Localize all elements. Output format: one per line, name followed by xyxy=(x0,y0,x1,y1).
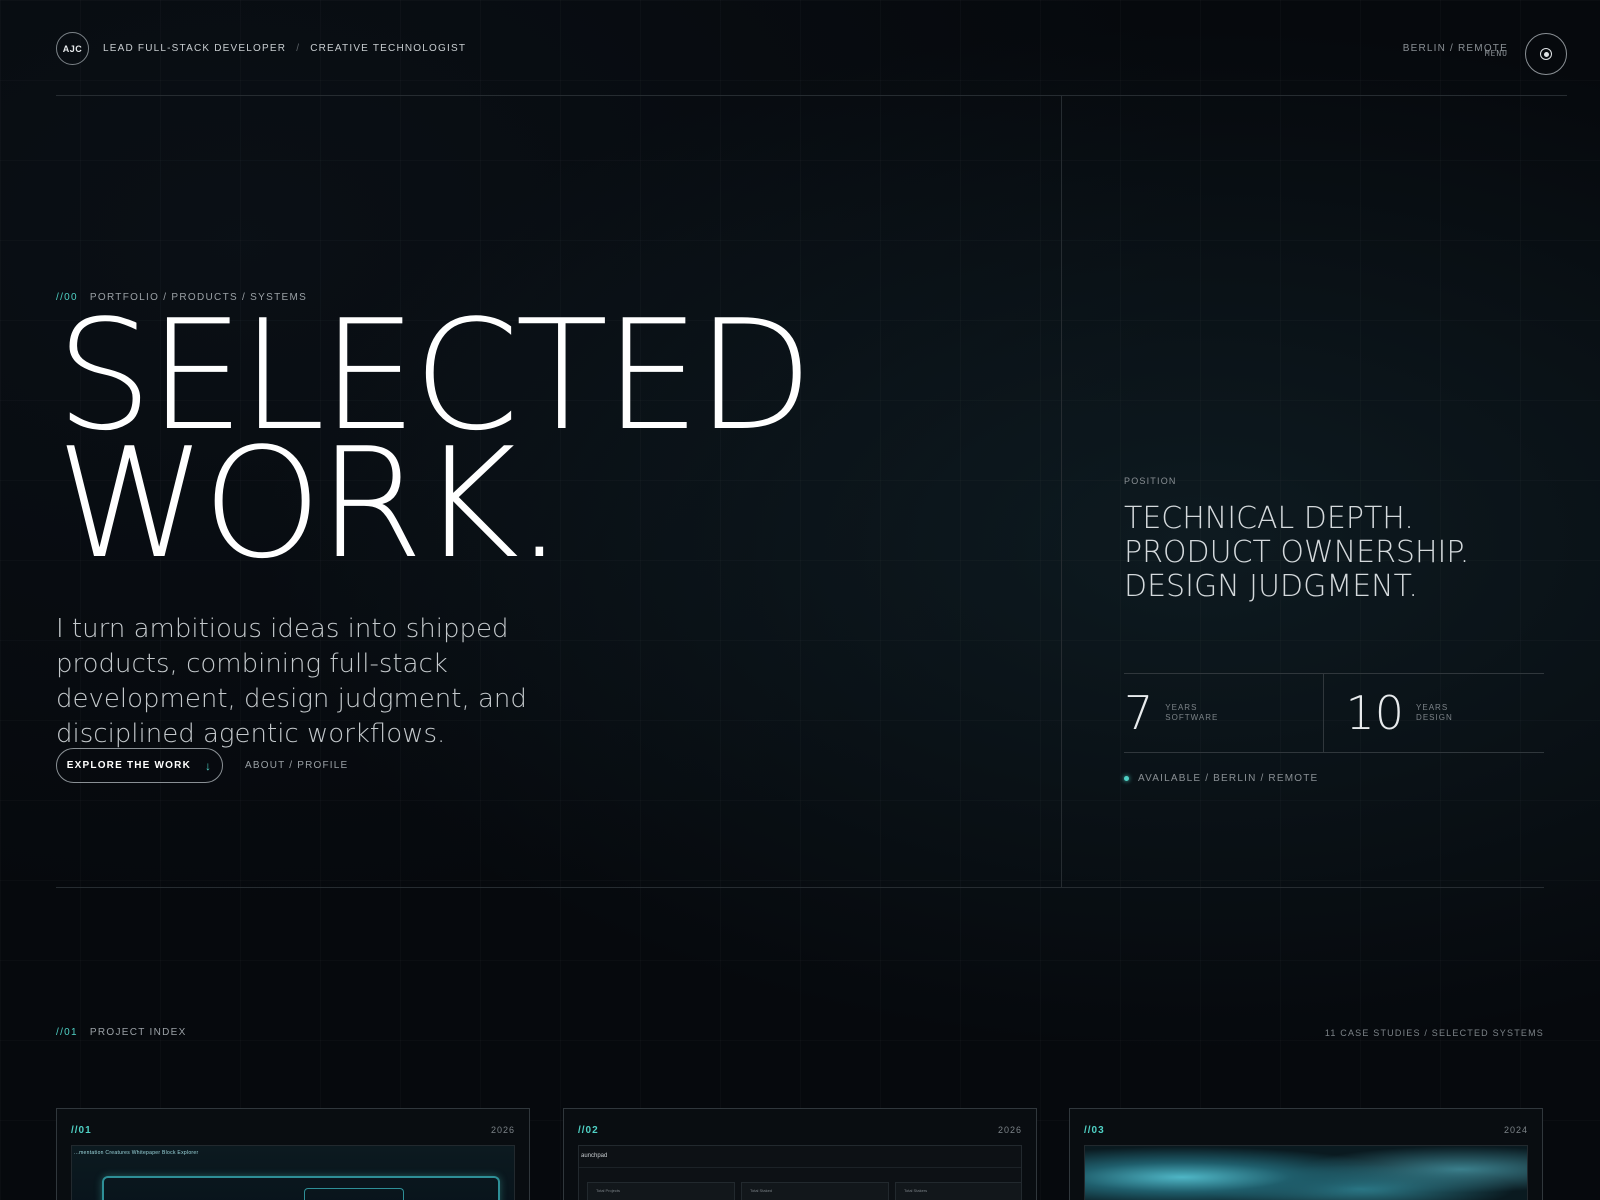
stat-label-line-1: YEARS xyxy=(1416,703,1449,712)
position-line-3: DESIGN JUDGMENT. xyxy=(1124,569,1418,604)
project-thumbnail: aunchpad Total Projects Total Staked Tot… xyxy=(578,1145,1022,1200)
thumbnail-stat-label: Total Staked xyxy=(750,1188,773,1193)
thumbnail-stat-label: Total Stakers xyxy=(904,1188,928,1193)
thumbnail-app-name: aunchpad xyxy=(581,1153,608,1159)
menu-button[interactable] xyxy=(1525,33,1567,75)
hero-divider-vertical xyxy=(1061,96,1062,887)
position-line-1: TECHNICAL DEPTH. xyxy=(1124,501,1414,536)
project-card-year: 2026 xyxy=(997,1125,1022,1135)
project-thumbnail: ...mentation Creatures Whitepaper Block … xyxy=(71,1145,515,1200)
project-card-number: //02 xyxy=(578,1125,599,1136)
project-index-number: //01 xyxy=(56,1027,78,1038)
hero-description: I turn ambitious ideas into shipped prod… xyxy=(56,614,527,749)
stat-value: 7 xyxy=(1124,686,1154,740)
project-card-2[interactable]: //02 2026 aunchpad Total Projects Total … xyxy=(563,1108,1037,1200)
thumbnail-stat-card: Total Stakers xyxy=(895,1182,1021,1200)
menu-label[interactable]: MENU xyxy=(1485,49,1508,58)
stat-label: YEARS DESIGN xyxy=(1416,703,1453,723)
project-card-1[interactable]: //01 2026 ...mentation Creatures Whitepa… xyxy=(56,1108,530,1200)
hero-divider-horizontal xyxy=(56,887,1544,888)
role-separator: / xyxy=(296,43,301,54)
explore-work-button[interactable]: EXPLORE THE WORK ↓ xyxy=(56,748,223,783)
arrow-down-icon: ↓ xyxy=(205,758,213,773)
availability-status: AVAILABLE / BERLIN / REMOTE xyxy=(1124,773,1318,784)
thumbnail-stat-label: Total Projects xyxy=(596,1188,621,1193)
experience-stats: 7 YEARS SOFTWARE 10 YEARS DESIGN xyxy=(1124,673,1544,753)
thumbnail-stat-card: Total Staked xyxy=(741,1182,889,1200)
project-index-count: 11 CASE STUDIES / SELECTED SYSTEMS xyxy=(1324,1028,1544,1038)
position-line-2: PRODUCT OWNERSHIP. xyxy=(1124,535,1470,570)
stat-label-line-1: YEARS xyxy=(1165,703,1198,712)
thumbnail-frame-shape xyxy=(304,1188,404,1200)
role-secondary: CREATIVE TECHNOLOGIST xyxy=(310,43,467,54)
thumbnail-stat-card: Total Projects xyxy=(587,1182,735,1200)
thumbnail-nav-text: ...mentation Creatures Whitepaper Block … xyxy=(74,1150,199,1156)
position-label: POSITION xyxy=(1124,476,1177,486)
project-index-label: PROJECT INDEX xyxy=(89,1027,187,1038)
thumbnail-topbar xyxy=(579,1146,1021,1168)
availability-text: AVAILABLE / BERLIN / REMOTE xyxy=(1138,773,1319,784)
project-card-year: 2026 xyxy=(490,1125,515,1135)
stat-software: 7 YEARS SOFTWARE xyxy=(1124,674,1323,752)
role-title: LEAD FULL-STACK DEVELOPER / CREATIVE TEC… xyxy=(103,43,466,54)
stat-label-line-2: SOFTWARE xyxy=(1165,713,1219,722)
position-statement: TECHNICAL DEPTH. PRODUCT OWNERSHIP. DESI… xyxy=(1124,502,1469,604)
project-thumbnail xyxy=(1084,1145,1528,1200)
project-index-heading: //01 PROJECT INDEX xyxy=(56,1027,187,1038)
site-header: AJC LEAD FULL-STACK DEVELOPER / CREATIVE… xyxy=(56,0,1567,96)
logo-badge[interactable]: AJC xyxy=(56,32,89,65)
thumbnail-frame-shape xyxy=(102,1176,500,1200)
stat-design: 10 YEARS DESIGN xyxy=(1322,674,1545,752)
stat-label: YEARS SOFTWARE xyxy=(1165,703,1218,723)
project-card-number: //03 xyxy=(1084,1125,1105,1136)
hero-title: SELECTED WORK. xyxy=(56,300,813,580)
target-icon xyxy=(1540,48,1552,60)
project-card-number: //01 xyxy=(71,1125,92,1136)
status-dot-icon xyxy=(1124,776,1129,781)
stat-label-line-2: DESIGN xyxy=(1416,713,1453,722)
explore-work-label: EXPLORE THE WORK xyxy=(66,760,191,771)
about-profile-link[interactable]: ABOUT / PROFILE xyxy=(245,760,348,771)
project-card-3[interactable]: //03 2024 xyxy=(1069,1108,1543,1200)
stat-value: 10 xyxy=(1345,686,1405,740)
role-primary: LEAD FULL-STACK DEVELOPER xyxy=(103,43,287,54)
project-card-year: 2024 xyxy=(1503,1125,1528,1135)
